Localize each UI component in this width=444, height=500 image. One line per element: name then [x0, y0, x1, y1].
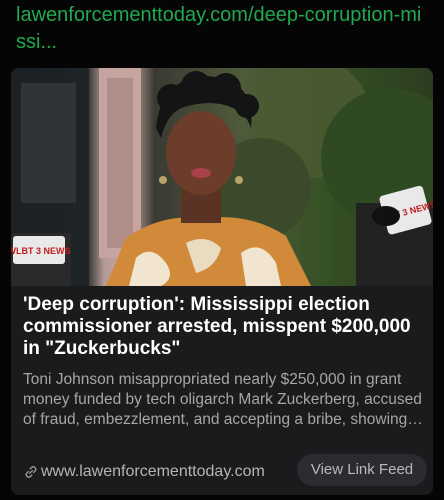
card-footer: www.lawenforcementtoday.com View Link Fe… [11, 454, 433, 494]
article-thumbnail[interactable]: WLBT 3 NEWS WLBT 3 NEWS [11, 68, 433, 286]
link-icon [25, 466, 37, 478]
site-domain[interactable]: www.lawenforcementtoday.com [41, 462, 265, 482]
link-preview-card[interactable]: WLBT 3 NEWS WLBT 3 NEWS 'Deep corruption… [11, 68, 433, 495]
article-headline[interactable]: 'Deep corruption': Mississippi election … [23, 294, 423, 360]
view-link-feed-button[interactable]: View Link Feed [297, 454, 427, 486]
article-summary: Toni Johnson misappropriated nearly $250… [23, 371, 423, 428]
thumbnail-scene: WLBT 3 NEWS WLBT 3 NEWS [11, 68, 433, 286]
mic-logo-left: WLBT 3 NEWS [11, 246, 71, 256]
shared-url-link[interactable]: lawenforcementtoday.com/deep-corruption-… [16, 2, 426, 56]
